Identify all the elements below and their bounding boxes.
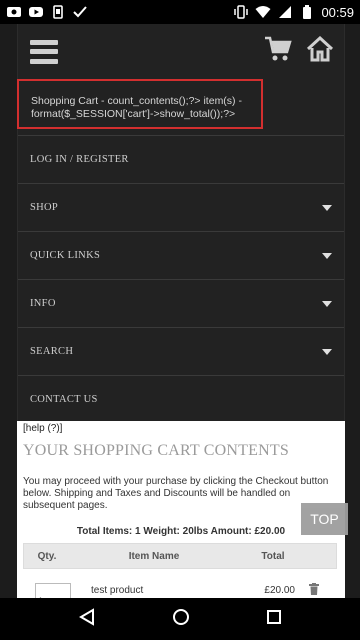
caret-down-icon[interactable] <box>322 252 332 259</box>
quantity-input[interactable]: 1 <box>35 583 71 598</box>
table-header: Qty. Item Name Total <box>23 543 337 569</box>
menu-item-contact-us[interactable]: CONTACT US <box>18 375 344 423</box>
caret-down-icon[interactable] <box>322 204 332 211</box>
menu-item-label: INFO <box>30 298 56 309</box>
menu-item-label: LOG IN / REGISTER <box>30 154 129 165</box>
menu-item-quick-links[interactable]: QUICK LINKS <box>18 231 344 279</box>
back-icon[interactable] <box>78 607 96 631</box>
battery-icon <box>299 5 315 19</box>
recents-icon[interactable] <box>266 609 282 630</box>
caret-down-icon[interactable] <box>322 348 332 355</box>
status-bar: 00:59 <box>0 0 360 24</box>
menu-list: LOG IN / REGISTER SHOP QUICK LINKS INFO … <box>18 135 344 423</box>
cart-table: Qty. Item Name Total 1 test product £20.… <box>23 543 337 598</box>
clock: 00:59 <box>321 4 354 20</box>
instructions-text: You may proceed with your purchase by cl… <box>23 476 329 511</box>
home-button-icon[interactable] <box>172 608 190 631</box>
column-header-total: Total <box>261 550 285 562</box>
home-icon[interactable] <box>306 35 334 67</box>
youtube-icon <box>28 5 44 19</box>
menu-item-shop[interactable]: SHOP <box>18 183 344 231</box>
menu-item-label: SEARCH <box>30 346 74 357</box>
back-to-top-button[interactable]: TOP <box>301 503 348 535</box>
menu-item-label: CONTACT US <box>30 394 98 405</box>
signal-icon <box>277 5 293 19</box>
menu-item-label: SHOP <box>30 202 59 213</box>
check-icon <box>72 5 88 19</box>
menu-item-login-register[interactable]: LOG IN / REGISTER <box>18 135 344 183</box>
column-header-qty: Qty. <box>37 550 57 562</box>
wifi-icon <box>255 5 271 19</box>
product-total: £20.00 <box>264 585 295 596</box>
shopping-cart-icon[interactable] <box>264 36 292 67</box>
hamburger-menu-icon[interactable] <box>30 39 58 64</box>
photo-icon <box>6 5 22 19</box>
top-bar <box>18 24 344 79</box>
menu-item-search[interactable]: SEARCH <box>18 327 344 375</box>
column-header-item-name: Item Name <box>128 550 180 562</box>
cart-totals: Total Items: 1 Weight: 20lbs Amount: £20… <box>76 526 286 537</box>
menu-item-info[interactable]: INFO <box>18 279 344 327</box>
cart-summary-text: Shopping Cart - count_contents();?> item… <box>17 79 263 129</box>
vibrate-icon <box>233 5 249 19</box>
web-page: Shopping Cart - count_contents();?> item… <box>0 24 360 598</box>
help-link[interactable]: [help (?)] <box>17 421 345 436</box>
menu-item-label: QUICK LINKS <box>30 250 101 261</box>
navigation-menu: Shopping Cart - count_contents();?> item… <box>17 24 345 422</box>
screenshot-icon <box>50 5 66 19</box>
system-navigation-bar <box>0 598 360 640</box>
cart-content: [help (?)] YOUR SHOPPING CART CONTENTS Y… <box>17 421 345 598</box>
trash-icon[interactable] <box>309 579 319 598</box>
product-name[interactable]: test product <box>91 579 241 596</box>
caret-down-icon[interactable] <box>322 300 332 307</box>
page-title: YOUR SHOPPING CART CONTENTS <box>23 442 289 459</box>
table-row: 1 test product £20.00 <box>23 569 337 598</box>
